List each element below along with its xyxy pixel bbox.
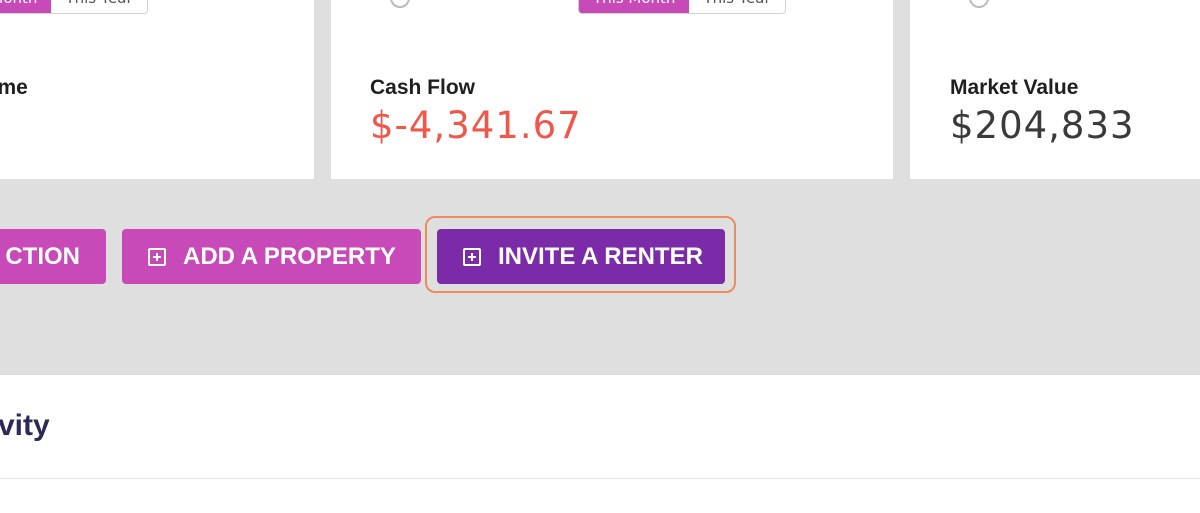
add-transaction-button[interactable]: CTION	[0, 229, 106, 284]
divider	[0, 478, 1200, 479]
info-icon[interactable]	[390, 0, 410, 8]
activity-title: vity	[0, 409, 50, 442]
button-label: ADD A PROPERTY	[183, 242, 396, 270]
period-toggle: This Month This Year	[0, 0, 148, 14]
cash-flow-card: This Month This Year Cash Flow $-4,341.6…	[331, 0, 893, 179]
button-label: INVITE A RENTER	[498, 242, 703, 270]
add-property-button[interactable]: ADD A PROPERTY	[122, 229, 421, 284]
activity-panel: vity	[0, 375, 1200, 513]
button-label: CTION	[5, 242, 80, 270]
income-card: This Month This Year come 3	[0, 0, 314, 179]
this-year-option[interactable]: This Year	[689, 0, 784, 13]
card-value: $-4,341.67	[370, 104, 582, 147]
plus-square-icon	[148, 247, 166, 266]
card-value: $204,833	[950, 104, 1135, 147]
invite-renter-button[interactable]: INVITE A RENTER	[437, 229, 725, 284]
card-label: Cash Flow	[370, 76, 476, 99]
this-month-option[interactable]: This Month	[0, 0, 52, 13]
plus-square-icon	[463, 247, 481, 266]
this-month-option[interactable]: This Month	[579, 0, 690, 13]
this-year-option[interactable]: This Year	[51, 0, 146, 13]
period-toggle: This Month This Year	[578, 0, 786, 14]
info-icon[interactable]	[969, 0, 989, 8]
card-label: come	[0, 76, 28, 99]
market-value-card: Market Value $204,833	[910, 0, 1200, 179]
dashboard: This Month This Year come 3 This Month T…	[0, 0, 1200, 513]
card-label: Market Value	[950, 76, 1079, 99]
card-value: 3	[0, 104, 2, 147]
